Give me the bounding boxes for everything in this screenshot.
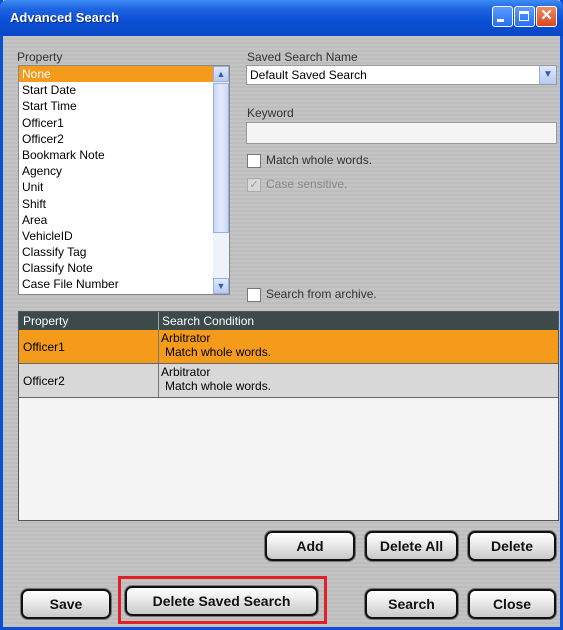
- close-window-button[interactable]: ✕: [536, 6, 557, 27]
- table-row[interactable]: Officer1 Arbitrator Match whole words.: [19, 330, 558, 364]
- property-label: Property: [17, 50, 63, 64]
- grid-header: Property Search Condition: [19, 312, 558, 330]
- search-archive-checkbox[interactable]: [247, 288, 261, 302]
- scroll-up-icon[interactable]: ▲: [213, 66, 229, 82]
- delete-button[interactable]: Delete: [468, 531, 556, 561]
- property-item-case-file-number[interactable]: Case File Number: [19, 276, 229, 292]
- chevron-down-icon[interactable]: ▼: [539, 66, 556, 84]
- highlight-box: [118, 576, 327, 624]
- close-button[interactable]: Close: [468, 589, 556, 619]
- save-button[interactable]: Save: [21, 589, 111, 619]
- condition-line-1: Arbitrator: [161, 365, 211, 379]
- property-listbox[interactable]: None Start Date Start Time Officer1 Offi…: [18, 65, 230, 295]
- row-property: Officer1: [23, 340, 65, 354]
- table-row[interactable]: Officer2 Arbitrator Match whole words.: [19, 364, 558, 398]
- row-condition: Arbitrator Match whole words.: [161, 331, 271, 359]
- header-divider: [158, 312, 159, 330]
- window-title: Advanced Search: [10, 10, 120, 25]
- search-button[interactable]: Search: [365, 589, 458, 619]
- maximize-icon: [519, 11, 529, 21]
- grid-header-property: Property: [23, 314, 69, 328]
- keyword-label: Keyword: [247, 106, 294, 120]
- advanced-search-window: Advanced Search ✕ Property None Start Da…: [0, 0, 563, 630]
- search-archive-label: Search from archive.: [266, 287, 377, 301]
- property-item-unit[interactable]: Unit: [19, 179, 229, 195]
- row-divider: [158, 364, 159, 397]
- condition-line-2: Match whole words.: [165, 345, 272, 359]
- property-item-shift[interactable]: Shift: [19, 196, 229, 212]
- keyword-input[interactable]: [246, 122, 557, 144]
- property-scrollbar[interactable]: ▲ ▼: [213, 66, 229, 294]
- minimize-button[interactable]: [492, 6, 513, 27]
- saved-search-value: Default Saved Search: [250, 68, 367, 82]
- case-sensitive-checkbox: ✓: [247, 178, 261, 192]
- property-item-start-date[interactable]: Start Date: [19, 82, 229, 98]
- property-item-agency[interactable]: Agency: [19, 163, 229, 179]
- case-sensitive-label: Case sensitive.: [266, 177, 348, 191]
- match-whole-words-checkbox[interactable]: [247, 154, 261, 168]
- close-icon: ✕: [540, 7, 553, 24]
- title-bar[interactable]: Advanced Search ✕: [0, 0, 563, 36]
- saved-search-label: Saved Search Name: [247, 50, 358, 64]
- match-whole-words-label: Match whole words.: [266, 153, 373, 167]
- condition-line-2: Match whole words.: [165, 379, 272, 393]
- row-condition: Arbitrator Match whole words.: [161, 365, 271, 393]
- property-item-start-time[interactable]: Start Time: [19, 98, 229, 114]
- property-item-area[interactable]: Area: [19, 212, 229, 228]
- search-condition-grid: Property Search Condition Officer1 Arbit…: [18, 311, 559, 521]
- grid-header-condition: Search Condition: [162, 314, 255, 328]
- property-item-classify-note[interactable]: Classify Note: [19, 260, 229, 276]
- add-button[interactable]: Add: [265, 531, 355, 561]
- delete-all-button[interactable]: Delete All: [365, 531, 458, 561]
- minimize-icon: [497, 19, 504, 22]
- row-divider: [158, 330, 159, 363]
- row-property: Officer2: [23, 374, 65, 388]
- saved-search-select[interactable]: Default Saved Search ▼: [246, 65, 557, 85]
- property-item-officer1[interactable]: Officer1: [19, 115, 229, 131]
- property-item-none[interactable]: None: [19, 66, 229, 83]
- scroll-down-icon[interactable]: ▼: [213, 278, 229, 294]
- property-item-vehicleid[interactable]: VehicleID: [19, 228, 229, 244]
- property-item-classify-tag[interactable]: Classify Tag: [19, 244, 229, 260]
- property-item-officer2[interactable]: Officer2: [19, 131, 229, 147]
- condition-line-1: Arbitrator: [161, 331, 211, 345]
- property-item-bookmark-note[interactable]: Bookmark Note: [19, 147, 229, 163]
- maximize-button[interactable]: [514, 6, 535, 27]
- scroll-thumb[interactable]: [213, 83, 229, 233]
